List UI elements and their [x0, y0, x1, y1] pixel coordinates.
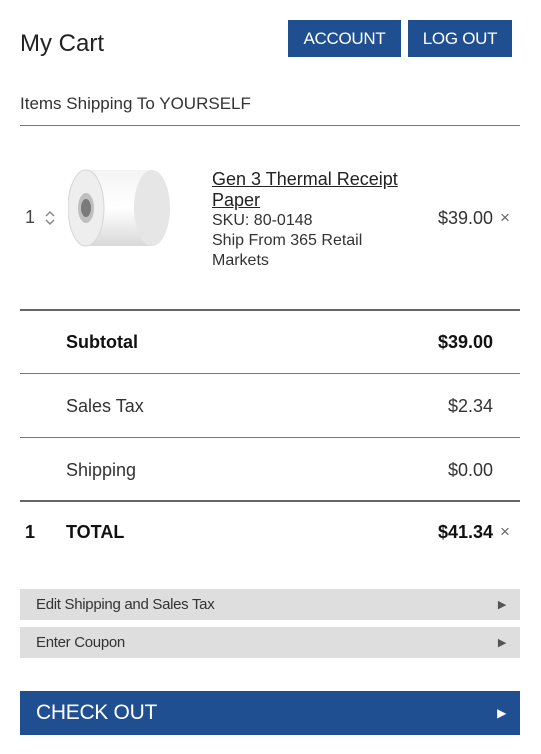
product-ship-from: Ship From 365 Retail Markets [212, 232, 363, 269]
divider [20, 373, 520, 374]
total-label: TOTAL [66, 522, 125, 542]
checkout-button[interactable]: CHECK OUT ▶ [20, 691, 520, 735]
arrow-right-icon: ▶ [497, 637, 506, 649]
subtotal-label: Subtotal [66, 332, 138, 352]
enter-coupon-label: Enter Coupon [36, 634, 125, 651]
shipping-to-label: Items Shipping To YOURSELF [20, 94, 251, 113]
divider [20, 125, 520, 126]
arrow-right-icon: ▶ [497, 599, 506, 611]
divider [20, 309, 520, 311]
close-icon[interactable]: × [500, 522, 510, 542]
total-value: $41.34 [437, 522, 493, 542]
divider [20, 437, 520, 438]
edit-shipping-tax-toggle[interactable]: Edit Shipping and Sales Tax ▶ [20, 589, 520, 620]
edit-shipping-tax-label: Edit Shipping and Sales Tax [36, 596, 215, 613]
arrow-right-icon: ▶ [497, 706, 506, 720]
product-name-link[interactable]: Gen 3 Thermal Receipt Paper [212, 169, 412, 211]
subtotal-value: $39.00 [437, 332, 493, 352]
checkout-label: CHECK OUT [36, 701, 157, 724]
shipping-value: $0.00 [447, 460, 493, 480]
close-icon[interactable]: × [500, 208, 510, 228]
sales-tax-label: Sales Tax [66, 396, 144, 416]
page-title: My Cart [20, 30, 104, 57]
product-image [68, 169, 170, 247]
logout-button[interactable]: LOG OUT [408, 20, 512, 57]
shipping-label: Shipping [66, 460, 137, 480]
sales-tax-value: $2.34 [447, 396, 493, 416]
item-quantity: 1 [25, 207, 36, 227]
chevron-up-down-icon[interactable] [44, 209, 56, 227]
item-price: $39.00 [437, 208, 493, 228]
divider [20, 500, 520, 502]
account-button[interactable]: ACCOUNT [288, 20, 401, 57]
enter-coupon-toggle[interactable]: Enter Coupon ▶ [20, 627, 520, 658]
product-sku: SKU: 80-0148 [212, 212, 313, 229]
total-item-count: 1 [25, 522, 36, 542]
